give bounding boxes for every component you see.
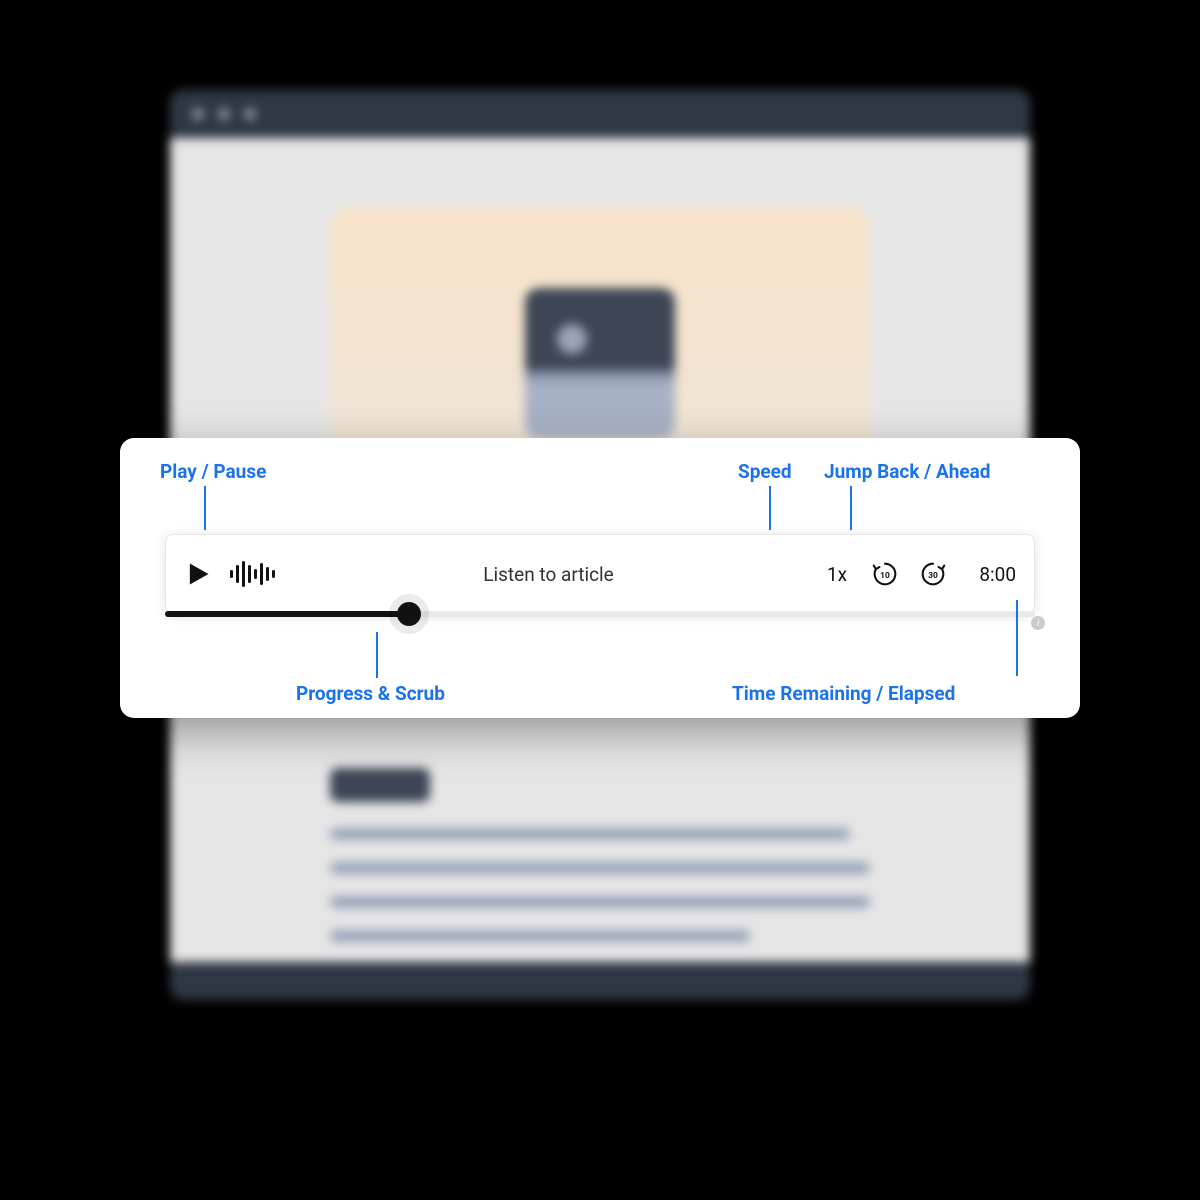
- skip-ahead-button[interactable]: 30: [918, 559, 948, 589]
- annotation-time: Time Remaining / Elapsed: [732, 682, 955, 705]
- window-footer: [170, 962, 1030, 1000]
- annotation-jump: Jump Back / Ahead: [824, 460, 991, 483]
- info-icon[interactable]: i: [1031, 616, 1045, 630]
- play-icon: [184, 560, 212, 588]
- annotation-tick: [769, 486, 771, 530]
- traffic-light-dot: [244, 108, 256, 120]
- play-pause-button[interactable]: [184, 560, 212, 588]
- image-placeholder-icon: [525, 288, 675, 438]
- traffic-light-dot: [218, 108, 230, 120]
- skip-back-10-icon: 10: [870, 559, 900, 589]
- time-display[interactable]: 8:00: [966, 563, 1016, 586]
- annotation-tick: [376, 632, 378, 678]
- annotation-speed: Speed: [738, 460, 792, 483]
- progress-fill: [165, 611, 405, 617]
- playback-speed-button[interactable]: 1x: [822, 563, 852, 586]
- svg-text:10: 10: [880, 571, 890, 581]
- annotation-tick: [1016, 600, 1018, 676]
- article-body-placeholder: [330, 768, 870, 942]
- audio-player: Listen to article 1x 10 30 8:00: [165, 534, 1035, 614]
- window-chrome: [170, 90, 1030, 138]
- waveform-icon: [230, 560, 275, 588]
- skip-ahead-30-icon: 30: [918, 559, 948, 589]
- traffic-light-dot: [192, 108, 204, 120]
- skip-back-button[interactable]: 10: [870, 559, 900, 589]
- scrub-handle[interactable]: [397, 602, 421, 626]
- svg-text:30: 30: [928, 571, 938, 581]
- progress-track[interactable]: [165, 611, 1035, 617]
- annotation-tick: [850, 486, 852, 530]
- player-title: Listen to article: [293, 563, 804, 586]
- annotation-tick: [204, 486, 206, 530]
- annotation-progress: Progress & Scrub: [296, 682, 445, 705]
- annotation-play-pause: Play / Pause: [160, 460, 266, 483]
